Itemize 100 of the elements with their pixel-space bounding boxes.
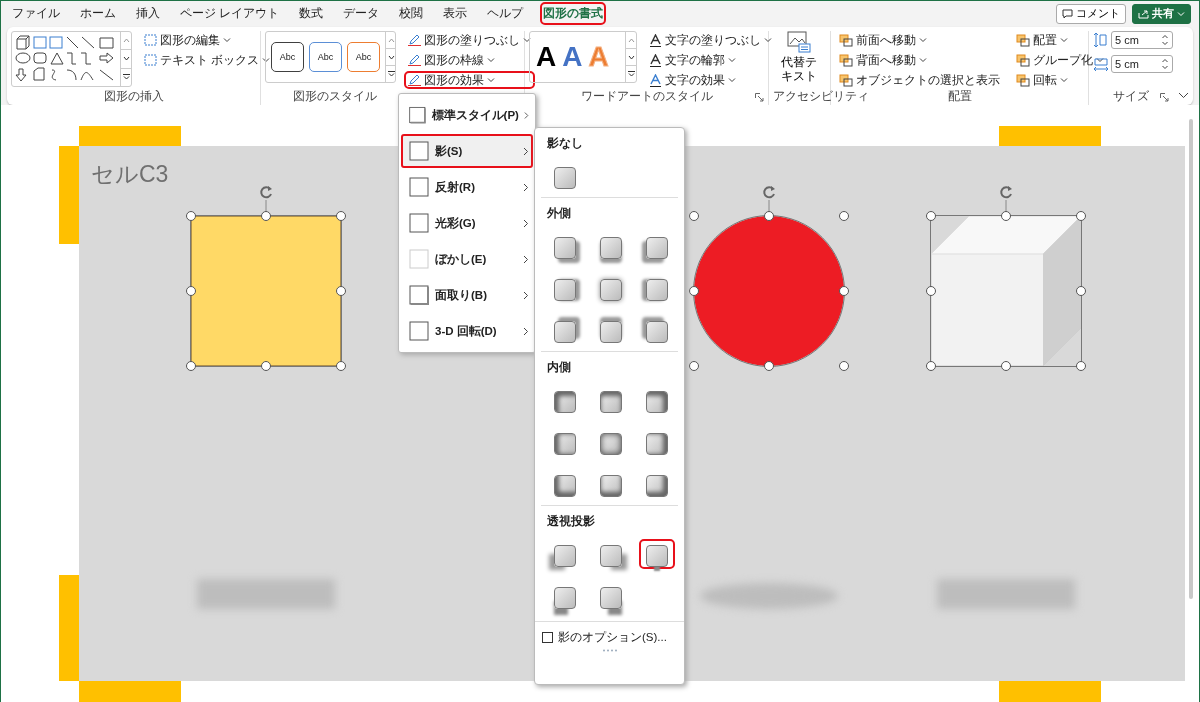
speech-bubble-icon (1062, 8, 1073, 19)
rotate-handle-icon[interactable] (997, 184, 1015, 214)
resize-handle[interactable] (261, 361, 271, 371)
chevron-down-icon (223, 36, 231, 44)
style-preset[interactable]: Abc (271, 42, 304, 72)
resize-handle[interactable] (1001, 361, 1011, 371)
chevron-down-icon (728, 76, 736, 84)
resize-handle[interactable] (764, 211, 774, 221)
square-icon (408, 248, 430, 270)
resize-handle[interactable] (689, 361, 699, 371)
resize-handle[interactable] (926, 211, 936, 221)
resize-handle[interactable] (336, 286, 346, 296)
shadow-options-item[interactable]: 影のオプション(S)... (535, 621, 684, 645)
square-icon (408, 320, 430, 342)
ribbon-tab[interactable]: ページ レイアウト (177, 2, 283, 25)
ribbon-command[interactable]: 文字の塗りつぶし (645, 31, 776, 49)
resize-handle[interactable] (261, 211, 271, 221)
style-preset[interactable]: Abc (309, 42, 342, 72)
menu-item[interactable]: 影(S) (401, 134, 533, 168)
size-input-field[interactable]: 5 cm (1111, 55, 1173, 73)
height-icon (1093, 32, 1109, 48)
ribbon-command[interactable]: 回転 (1012, 71, 1108, 89)
resize-handle[interactable] (1076, 286, 1086, 296)
resize-handle[interactable] (689, 286, 699, 296)
pen-icon (408, 74, 421, 86)
ribbon-command[interactable]: 前面へ移動 (835, 31, 1004, 49)
ribbon-command[interactable]: 図形の枠線 (404, 51, 535, 69)
resize-handle[interactable] (926, 361, 936, 371)
menu-item[interactable]: 光彩(G) (401, 206, 533, 240)
wordart-preset[interactable]: A (562, 37, 583, 77)
ribbon-tab[interactable]: ファイル (9, 2, 63, 25)
resize-handle[interactable] (839, 211, 849, 221)
resize-handle[interactable] (186, 361, 196, 371)
menu-item[interactable]: 面取り(B) (401, 278, 533, 312)
section-title: 影なし (547, 136, 583, 151)
ribbon-tab[interactable]: 図形の書式 (540, 2, 607, 25)
pen-icon (408, 54, 421, 66)
ribbon-command[interactable]: グループ化 (1012, 51, 1108, 69)
width-icon (1093, 56, 1109, 72)
group-label: 配置 (947, 90, 972, 102)
dialog-launcher-icon[interactable] (755, 93, 764, 102)
menu-item[interactable]: 標準スタイル(P) (401, 98, 533, 132)
checkbox-icon (542, 632, 553, 643)
wordart-preset[interactable]: A (536, 37, 557, 77)
alt-text-button[interactable]: 代替テキスト (773, 31, 825, 84)
chevron-down-icon (487, 56, 495, 64)
resize-handle[interactable] (1076, 361, 1086, 371)
menu-item[interactable]: ぼかし(E) (401, 242, 533, 276)
shadow-preset[interactable] (639, 539, 675, 569)
ribbon-command[interactable]: 図形の塗りつぶし (404, 31, 535, 49)
menu-item[interactable]: 3-D 回転(D) (401, 314, 533, 348)
resize-handle[interactable] (839, 286, 849, 296)
ribbon-tab[interactable]: 数式 (296, 2, 327, 25)
section-title: 外側 (547, 206, 571, 221)
menu-item[interactable]: 反射(R) (401, 170, 533, 204)
resize-handle[interactable] (839, 361, 849, 371)
ribbon-command[interactable]: 図形の効果 (404, 71, 535, 89)
square-icon (408, 212, 430, 234)
resize-grip-icon[interactable] (601, 649, 618, 652)
rotate-handle-icon[interactable] (257, 184, 275, 214)
ribbon-tab[interactable]: 表示 (440, 2, 471, 25)
ribbon-command[interactable]: 文字の輪郭 (645, 51, 776, 69)
chevron-down-icon (764, 36, 772, 44)
resize-handle[interactable] (336, 211, 346, 221)
chevron-down-icon (387, 54, 395, 60)
resize-handle[interactable] (336, 361, 346, 371)
chevron-right-icon (523, 254, 529, 264)
chevron-up-icon (122, 38, 130, 44)
dialog-launcher-icon[interactable] (1160, 93, 1169, 102)
ribbon-command[interactable]: 背面へ移動 (835, 51, 1004, 69)
share-button[interactable]: 共有 (1132, 3, 1191, 24)
ribbon-tab[interactable]: ヘルプ (484, 2, 527, 25)
comment-button[interactable]: コメント (1056, 3, 1126, 24)
size-input-field[interactable]: 5 cm (1111, 31, 1173, 49)
pen-icon (408, 34, 421, 46)
style-preset[interactable]: Abc (347, 42, 380, 72)
ribbon-tab[interactable]: 校閲 (396, 2, 427, 25)
resize-handle[interactable] (1001, 211, 1011, 221)
ribbon-command[interactable]: 配置 (1012, 31, 1108, 49)
resize-handle[interactable] (764, 361, 774, 371)
chevron-down-icon (122, 56, 130, 62)
ribbon-tab[interactable]: ホーム (77, 2, 119, 25)
resize-handle[interactable] (926, 286, 936, 296)
group-label: ワードアートのスタイル (580, 90, 713, 102)
ribbon-command[interactable]: 文字の効果 (645, 71, 776, 89)
ribbon-command[interactable]: オブジェクトの選択と表示 (835, 71, 1004, 89)
ribbon-tab[interactable]: データ (340, 2, 383, 25)
group-label: 図形のスタイル (293, 90, 377, 102)
chevron-down-icon[interactable] (1178, 92, 1189, 99)
resize-handle[interactable] (186, 211, 196, 221)
letter-a-icon (649, 33, 662, 47)
ribbon-tab[interactable]: 挿入 (133, 2, 163, 25)
chevron-down-icon (627, 54, 635, 60)
share-icon (1138, 8, 1149, 19)
resize-handle[interactable] (689, 211, 699, 221)
rotate-handle-icon[interactable] (760, 184, 778, 214)
layers-icon (1016, 73, 1030, 87)
resize-handle[interactable] (1076, 211, 1086, 221)
square-icon (144, 54, 157, 66)
resize-handle[interactable] (186, 286, 196, 296)
